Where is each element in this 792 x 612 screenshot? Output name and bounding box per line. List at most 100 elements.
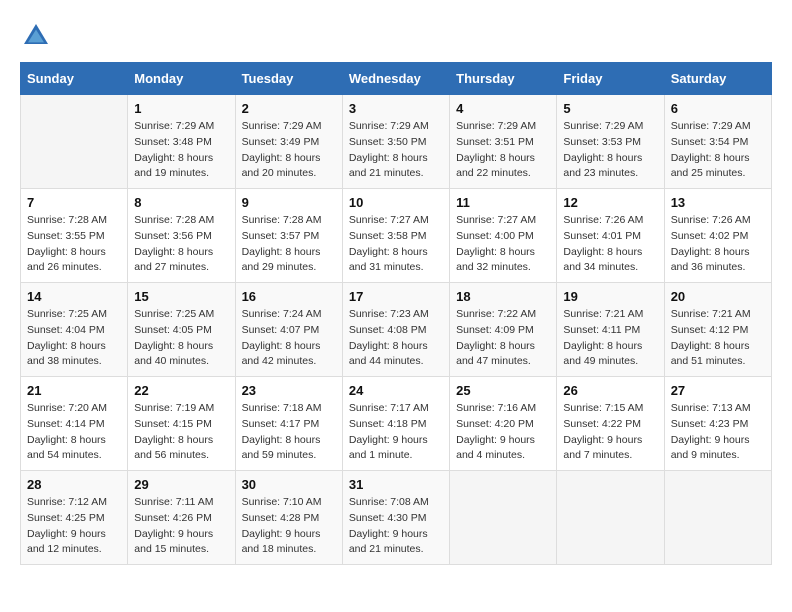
day-cell: 23 Sunrise: 7:18 AMSunset: 4:17 PMDayligh… <box>235 377 342 471</box>
day-cell: 7Sunrise: 7:28 AMSunset: 3:55 PMDaylight… <box>21 189 128 283</box>
day-cell: 17Sunrise: 7:23 AMSunset: 4:08 PMDayligh… <box>342 283 449 377</box>
day-cell: 30 Sunrise: 7:10 AMSunset: 4:28 PMDayligh… <box>235 471 342 565</box>
day-number: 21 <box>27 383 121 398</box>
day-cell: 8Sunrise: 7:28 AMSunset: 3:56 PMDaylight… <box>128 189 235 283</box>
day-info: Sunrise: 7:26 AMSunset: 4:02 PMDaylight:… <box>671 213 765 276</box>
calendar-header: SundayMondayTuesdayWednesdayThursdayFrid… <box>21 63 772 95</box>
day-info: Sunrise: 7:27 AMSunset: 3:58 PMDaylight:… <box>349 213 443 276</box>
day-cell: 24Sunrise: 7:17 AMSunset: 4:18 PMDayligh… <box>342 377 449 471</box>
day-number: 9 <box>242 195 336 210</box>
day-cell: 18 Sunrise: 7:22 AMSunset: 4:09 PMDayligh… <box>450 283 557 377</box>
day-info: Sunrise: 7:28 AMSunset: 3:57 PMDaylight:… <box>242 213 336 276</box>
day-number: 10 <box>349 195 443 210</box>
day-cell: 21 Sunrise: 7:20 AMSunset: 4:14 PMDayligh… <box>21 377 128 471</box>
day-number: 18 <box>456 289 550 304</box>
day-info: Sunrise: 7:29 AMSunset: 3:53 PMDaylight:… <box>563 119 657 182</box>
day-info: Sunrise: 7:29 AMSunset: 3:49 PMDaylight:… <box>242 119 336 182</box>
weekday-header-monday: Monday <box>128 63 235 95</box>
day-cell <box>21 95 128 189</box>
day-number: 13 <box>671 195 765 210</box>
day-info: Sunrise: 7:25 AMSunset: 4:04 PMDaylight:… <box>27 307 121 370</box>
day-number: 15 <box>134 289 228 304</box>
day-cell: 1 Sunrise: 7:29 AMSunset: 3:48 PMDaylight… <box>128 95 235 189</box>
day-cell <box>450 471 557 565</box>
calendar-body: 1 Sunrise: 7:29 AMSunset: 3:48 PMDaylight… <box>21 95 772 565</box>
day-cell: 26Sunrise: 7:15 AMSunset: 4:22 PMDayligh… <box>557 377 664 471</box>
day-cell: 6 Sunrise: 7:29 AMSunset: 3:54 PMDaylight… <box>664 95 771 189</box>
day-info: Sunrise: 7:29 AMSunset: 3:54 PMDaylight:… <box>671 119 765 182</box>
week-row-5: 28 Sunrise: 7:12 AMSunset: 4:25 PMDayligh… <box>21 471 772 565</box>
week-row-2: 7Sunrise: 7:28 AMSunset: 3:55 PMDaylight… <box>21 189 772 283</box>
day-number: 23 <box>242 383 336 398</box>
day-info: Sunrise: 7:13 AMSunset: 4:23 PMDaylight:… <box>671 401 765 464</box>
day-info: Sunrise: 7:29 AMSunset: 3:50 PMDaylight:… <box>349 119 443 182</box>
day-number: 1 <box>134 101 228 116</box>
day-cell: 13 Sunrise: 7:26 AMSunset: 4:02 PMDayligh… <box>664 189 771 283</box>
day-info: Sunrise: 7:08 AMSunset: 4:30 PMDaylight:… <box>349 495 443 558</box>
day-cell: 12 Sunrise: 7:26 AMSunset: 4:01 PMDayligh… <box>557 189 664 283</box>
day-number: 5 <box>563 101 657 116</box>
day-cell: 20 Sunrise: 7:21 AMSunset: 4:12 PMDayligh… <box>664 283 771 377</box>
day-cell: 27 Sunrise: 7:13 AMSunset: 4:23 PMDayligh… <box>664 377 771 471</box>
day-info: Sunrise: 7:10 AMSunset: 4:28 PMDaylight:… <box>242 495 336 558</box>
day-number: 11 <box>456 195 550 210</box>
day-info: Sunrise: 7:12 AMSunset: 4:25 PMDaylight:… <box>27 495 121 558</box>
day-number: 14 <box>27 289 121 304</box>
day-cell <box>557 471 664 565</box>
day-number: 2 <box>242 101 336 116</box>
day-number: 12 <box>563 195 657 210</box>
week-row-3: 14 Sunrise: 7:25 AMSunset: 4:04 PMDayligh… <box>21 283 772 377</box>
page-header <box>20 20 772 52</box>
day-info: Sunrise: 7:20 AMSunset: 4:14 PMDaylight:… <box>27 401 121 464</box>
day-number: 30 <box>242 477 336 492</box>
day-info: Sunrise: 7:25 AMSunset: 4:05 PMDaylight:… <box>134 307 228 370</box>
day-number: 6 <box>671 101 765 116</box>
weekday-header-thursday: Thursday <box>450 63 557 95</box>
day-number: 20 <box>671 289 765 304</box>
weekday-header-row: SundayMondayTuesdayWednesdayThursdayFrid… <box>21 63 772 95</box>
day-info: Sunrise: 7:21 AMSunset: 4:12 PMDaylight:… <box>671 307 765 370</box>
week-row-4: 21 Sunrise: 7:20 AMSunset: 4:14 PMDayligh… <box>21 377 772 471</box>
day-number: 29 <box>134 477 228 492</box>
logo <box>20 20 56 52</box>
day-number: 28 <box>27 477 121 492</box>
day-number: 3 <box>349 101 443 116</box>
logo-icon <box>20 20 52 52</box>
day-info: Sunrise: 7:29 AMSunset: 3:48 PMDaylight:… <box>134 119 228 182</box>
day-number: 31 <box>349 477 443 492</box>
weekday-header-wednesday: Wednesday <box>342 63 449 95</box>
day-cell: 28 Sunrise: 7:12 AMSunset: 4:25 PMDayligh… <box>21 471 128 565</box>
week-row-1: 1 Sunrise: 7:29 AMSunset: 3:48 PMDaylight… <box>21 95 772 189</box>
day-number: 22 <box>134 383 228 398</box>
day-info: Sunrise: 7:23 AMSunset: 4:08 PMDaylight:… <box>349 307 443 370</box>
day-number: 19 <box>563 289 657 304</box>
day-info: Sunrise: 7:19 AMSunset: 4:15 PMDaylight:… <box>134 401 228 464</box>
weekday-header-sunday: Sunday <box>21 63 128 95</box>
day-info: Sunrise: 7:22 AMSunset: 4:09 PMDaylight:… <box>456 307 550 370</box>
day-cell: 31 Sunrise: 7:08 AMSunset: 4:30 PMDayligh… <box>342 471 449 565</box>
day-cell: 2 Sunrise: 7:29 AMSunset: 3:49 PMDaylight… <box>235 95 342 189</box>
day-cell: 16Sunrise: 7:24 AMSunset: 4:07 PMDayligh… <box>235 283 342 377</box>
calendar-table: SundayMondayTuesdayWednesdayThursdayFrid… <box>20 62 772 565</box>
day-info: Sunrise: 7:15 AMSunset: 4:22 PMDaylight:… <box>563 401 657 464</box>
day-cell: 14 Sunrise: 7:25 AMSunset: 4:04 PMDayligh… <box>21 283 128 377</box>
day-info: Sunrise: 7:18 AMSunset: 4:17 PMDaylight:… <box>242 401 336 464</box>
day-cell: 25 Sunrise: 7:16 AMSunset: 4:20 PMDayligh… <box>450 377 557 471</box>
day-info: Sunrise: 7:21 AMSunset: 4:11 PMDaylight:… <box>563 307 657 370</box>
day-cell: 15 Sunrise: 7:25 AMSunset: 4:05 PMDayligh… <box>128 283 235 377</box>
weekday-header-saturday: Saturday <box>664 63 771 95</box>
day-info: Sunrise: 7:28 AMSunset: 3:56 PMDaylight:… <box>134 213 228 276</box>
day-info: Sunrise: 7:24 AMSunset: 4:07 PMDaylight:… <box>242 307 336 370</box>
day-number: 25 <box>456 383 550 398</box>
day-number: 4 <box>456 101 550 116</box>
day-cell: 29 Sunrise: 7:11 AMSunset: 4:26 PMDayligh… <box>128 471 235 565</box>
day-number: 7 <box>27 195 121 210</box>
day-info: Sunrise: 7:11 AMSunset: 4:26 PMDaylight:… <box>134 495 228 558</box>
day-cell: 4Sunrise: 7:29 AMSunset: 3:51 PMDaylight… <box>450 95 557 189</box>
weekday-header-friday: Friday <box>557 63 664 95</box>
day-info: Sunrise: 7:17 AMSunset: 4:18 PMDaylight:… <box>349 401 443 464</box>
day-info: Sunrise: 7:16 AMSunset: 4:20 PMDaylight:… <box>456 401 550 464</box>
day-number: 27 <box>671 383 765 398</box>
day-info: Sunrise: 7:27 AMSunset: 4:00 PMDaylight:… <box>456 213 550 276</box>
day-info: Sunrise: 7:26 AMSunset: 4:01 PMDaylight:… <box>563 213 657 276</box>
